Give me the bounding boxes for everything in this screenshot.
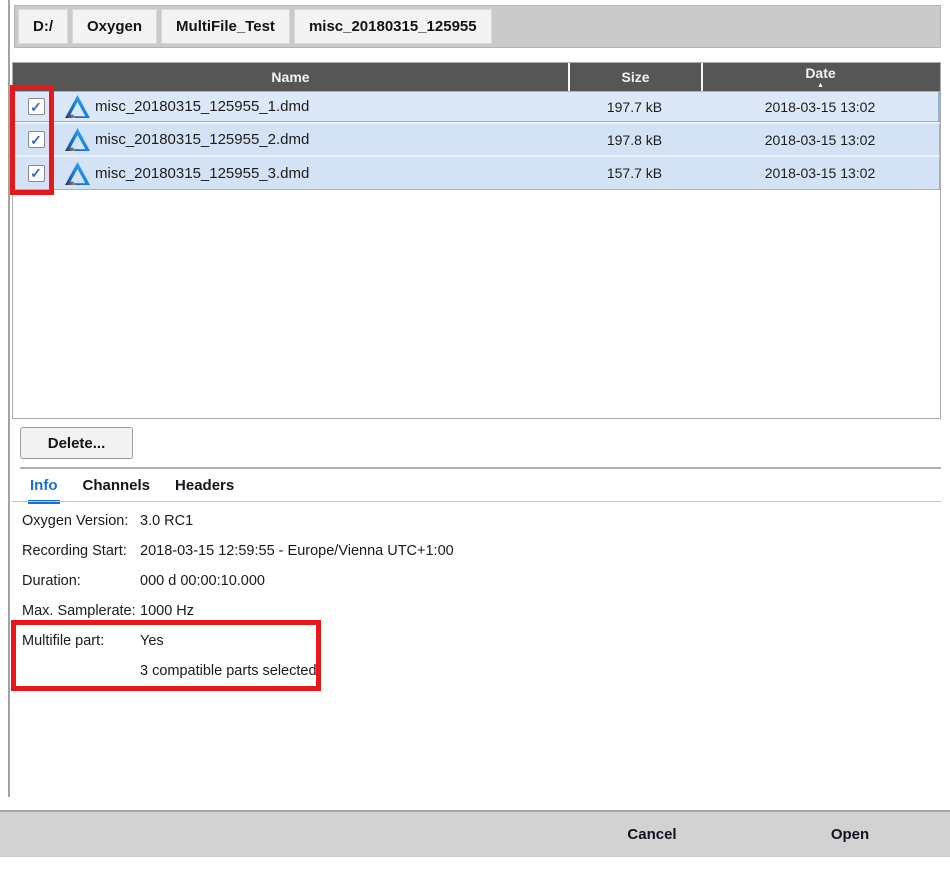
file-table-header: Name Size Date ▲: [13, 63, 940, 91]
dewetron-logo-icon: [59, 128, 95, 151]
dewetron-logo-icon: [59, 95, 95, 118]
info-label: Oxygen Version:: [22, 513, 140, 529]
column-header-size[interactable]: Size: [568, 63, 701, 91]
open-file-dialog: D:/ Oxygen MultiFile_Test misc_20180315_…: [0, 0, 950, 875]
info-value: 2018-03-15 12:59:55 - Europe/Vienna UTC+…: [140, 543, 722, 559]
delete-button[interactable]: Delete...: [20, 427, 133, 459]
file-name: misc_20180315_125955_2.dmd: [95, 131, 568, 148]
breadcrumb: D:/ Oxygen MultiFile_Test misc_20180315_…: [14, 5, 941, 48]
section-divider: [20, 467, 941, 469]
detail-tabs: Info Channels Headers: [30, 477, 234, 498]
annotation-box-multifile-part: [11, 620, 321, 691]
file-date: 2018-03-15 13:02: [701, 132, 939, 148]
breadcrumb-item-misc-folder[interactable]: misc_20180315_125955: [294, 9, 492, 44]
column-header-date[interactable]: Date ▲: [701, 63, 938, 91]
info-value: 000 d 00:00:10.000: [140, 573, 722, 589]
file-name: misc_20180315_125955_1.dmd: [95, 98, 568, 115]
file-name: misc_20180315_125955_3.dmd: [95, 165, 568, 182]
annotation-box-checkboxes: [10, 85, 54, 195]
tabs-underline: [12, 501, 941, 502]
column-header-date-label: Date: [805, 65, 835, 81]
info-value: 1000 Hz: [140, 603, 722, 619]
sort-ascending-icon: ▲: [817, 82, 824, 89]
dewetron-logo-icon: [59, 162, 95, 185]
breadcrumb-item-oxygen[interactable]: Oxygen: [72, 9, 157, 44]
breadcrumb-item-drive[interactable]: D:/: [18, 9, 68, 44]
info-label: Max. Samplerate:: [22, 603, 140, 619]
footer-bar: Cancel Open: [0, 810, 950, 857]
table-row[interactable]: ✓ misc_20180315_125955_1.dmd: [13, 91, 940, 124]
file-size: 197.8 kB: [568, 132, 701, 148]
file-date: 2018-03-15 13:02: [701, 165, 939, 181]
file-size: 197.7 kB: [568, 99, 701, 115]
info-row-recording-start: Recording Start: 2018-03-15 12:59:55 - E…: [22, 536, 722, 566]
tab-info[interactable]: Info: [30, 477, 58, 498]
open-button[interactable]: Open: [790, 812, 910, 857]
file-size: 157.7 kB: [568, 165, 701, 181]
info-value: 3.0 RC1: [140, 513, 722, 529]
breadcrumb-item-multifile-test[interactable]: MultiFile_Test: [161, 9, 290, 44]
column-header-name[interactable]: Name: [13, 63, 568, 91]
table-row[interactable]: ✓ misc_20180315_125955_3.dmd 157.7 kB 20…: [13, 157, 940, 190]
info-row-oxygen-version: Oxygen Version: 3.0 RC1: [22, 506, 722, 536]
info-label: Duration:: [22, 573, 140, 589]
tab-channels[interactable]: Channels: [83, 477, 151, 498]
info-label: Recording Start:: [22, 543, 140, 559]
table-row[interactable]: ✓ misc_20180315_125955_2.dmd 197.8 kB 20…: [13, 124, 940, 157]
file-table: Name Size Date ▲ ✓: [12, 62, 941, 419]
cancel-button[interactable]: Cancel: [592, 812, 712, 857]
tab-headers[interactable]: Headers: [175, 477, 234, 498]
info-row-duration: Duration: 000 d 00:00:10.000: [22, 566, 722, 596]
file-date: 2018-03-15 13:02: [701, 99, 939, 115]
